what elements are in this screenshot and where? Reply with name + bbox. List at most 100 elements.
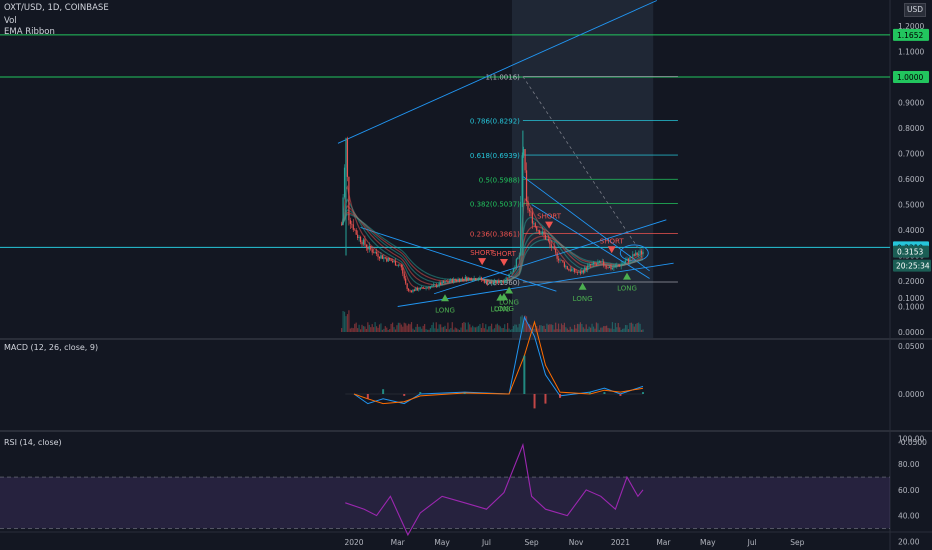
- fib-level-label: 0.382(0.5037): [470, 201, 520, 209]
- volume-bar: [415, 326, 417, 332]
- candle-body: [518, 255, 520, 258]
- volume-bar: [549, 324, 551, 332]
- candle-body: [613, 267, 615, 269]
- volume-bar: [509, 329, 512, 332]
- candle-body: [341, 224, 343, 226]
- candle-body: [524, 149, 526, 171]
- volume-bar: [515, 324, 517, 332]
- candle-body: [448, 281, 450, 282]
- candle-body: [381, 255, 383, 259]
- candle-body: [461, 278, 464, 280]
- candle-body: [445, 280, 448, 282]
- candle-body: [371, 249, 373, 253]
- volume-bar: [454, 327, 456, 332]
- volume-bar: [477, 325, 480, 332]
- candle-body: [399, 264, 401, 266]
- volume-bar: [418, 326, 420, 332]
- chart-canvas[interactable]: 1.20001.10001.00000.90000.80000.70000.60…: [0, 0, 932, 550]
- candle-body: [571, 269, 573, 271]
- candle-body: [342, 197, 344, 225]
- candle-body: [584, 267, 586, 273]
- volume-bar: [413, 329, 416, 332]
- volume-bar: [598, 329, 600, 332]
- candle-body: [368, 245, 370, 250]
- long-signal-label: LONG: [617, 285, 637, 293]
- candle-body: [555, 248, 557, 253]
- candle-body: [429, 286, 432, 289]
- candle-body: [477, 279, 480, 281]
- volume-bar: [438, 324, 440, 332]
- volume-bar: [603, 326, 605, 332]
- candle-body: [600, 260, 602, 262]
- macd-histogram-bar: [382, 389, 385, 394]
- volume-bar: [391, 322, 394, 332]
- volume-bar: [601, 327, 603, 332]
- candle-body: [361, 242, 363, 245]
- macd-tick-label: 0.1000: [898, 294, 924, 303]
- short-signal-label: SHORT: [492, 250, 517, 258]
- volume-bar: [424, 324, 426, 332]
- volume-bar: [378, 324, 381, 332]
- volume-bar: [426, 329, 429, 332]
- candle-body: [507, 277, 509, 279]
- candle-body: [426, 287, 429, 289]
- volume-bar: [394, 329, 397, 332]
- candle-body: [515, 259, 517, 268]
- candle-body: [349, 220, 351, 224]
- volume-bar: [490, 323, 493, 332]
- volume-bar: [617, 323, 619, 332]
- candle-body: [556, 252, 558, 259]
- candle-body: [412, 289, 414, 292]
- volume-bar: [493, 328, 496, 332]
- volume-bar: [591, 323, 593, 332]
- volume-bar: [578, 324, 580, 332]
- candle-body: [352, 224, 354, 230]
- volume-bar: [467, 322, 469, 332]
- volume-bar: [556, 328, 558, 332]
- candle-body: [387, 257, 389, 262]
- volume-bar: [633, 326, 635, 332]
- chart-background: [0, 0, 932, 550]
- volume-bar: [341, 328, 343, 332]
- volume-bar: [485, 324, 487, 332]
- candle-body: [541, 231, 544, 234]
- candle-body: [403, 273, 405, 279]
- time-tick-label: Sep: [790, 538, 804, 547]
- candle-body: [630, 257, 632, 258]
- volume-bar: [354, 323, 356, 332]
- volume-bar: [539, 325, 541, 332]
- volume-bar: [466, 329, 468, 332]
- volume-bar: [508, 328, 510, 332]
- volume-bar: [544, 329, 547, 332]
- volume-bar: [479, 324, 481, 332]
- volume-bar: [559, 329, 561, 332]
- volume-bar: [450, 328, 452, 332]
- volume-bar: [632, 323, 634, 332]
- volume-bar: [533, 328, 535, 332]
- candle-body: [610, 266, 612, 270]
- candle-body: [508, 273, 510, 278]
- volume-bar: [375, 326, 378, 332]
- candle-body: [483, 280, 485, 283]
- candle-body: [502, 281, 504, 284]
- volume-bar: [514, 324, 516, 332]
- candle-body: [434, 284, 436, 286]
- volume-bar: [429, 328, 432, 332]
- macd-histogram-bar: [642, 392, 645, 394]
- time-tick-label: Jul: [747, 538, 757, 547]
- volume-bar: [566, 328, 568, 332]
- currency-badge[interactable]: USD: [904, 3, 926, 17]
- candle-body: [464, 276, 466, 280]
- volume-bar: [569, 326, 571, 332]
- candle-body: [493, 280, 496, 284]
- macd-histogram-bar: [533, 394, 536, 409]
- volume-bar: [572, 329, 574, 332]
- candle-body: [603, 261, 605, 266]
- candle-body: [579, 271, 582, 274]
- candle-body: [425, 287, 427, 289]
- time-tick-label: Mar: [656, 538, 671, 547]
- candle-body: [578, 271, 580, 273]
- candle-body: [640, 250, 643, 254]
- candle-body: [552, 246, 554, 248]
- volume-bar: [444, 325, 446, 332]
